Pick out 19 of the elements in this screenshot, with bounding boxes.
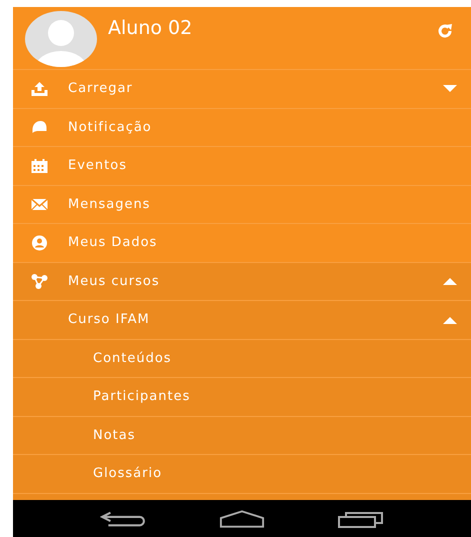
upload-icon <box>30 80 49 97</box>
cap-icon <box>30 119 49 136</box>
menu-item[interactable]: Meus Dados <box>68 235 457 250</box>
menu-item[interactable]: Carregar <box>68 81 443 96</box>
menu-item[interactable]: Notificação <box>68 120 457 135</box>
menu-item[interactable]: Mensagens <box>68 196 457 212</box>
network-icon <box>30 273 49 290</box>
refresh-icon[interactable] <box>437 23 453 39</box>
menu-item[interactable]: Eventos <box>68 158 457 174</box>
caret-icon[interactable] <box>443 277 457 286</box>
envelope-icon <box>30 196 49 212</box>
calendar-icon <box>30 158 49 174</box>
user-icon <box>30 234 49 251</box>
back-icon[interactable] <box>100 510 146 528</box>
caret-icon[interactable] <box>443 84 457 93</box>
recents-icon[interactable] <box>338 510 384 528</box>
user-name: Aluno 02 <box>108 17 194 39</box>
home-icon[interactable] <box>218 510 265 528</box>
caret-icon[interactable] <box>443 316 457 324</box>
